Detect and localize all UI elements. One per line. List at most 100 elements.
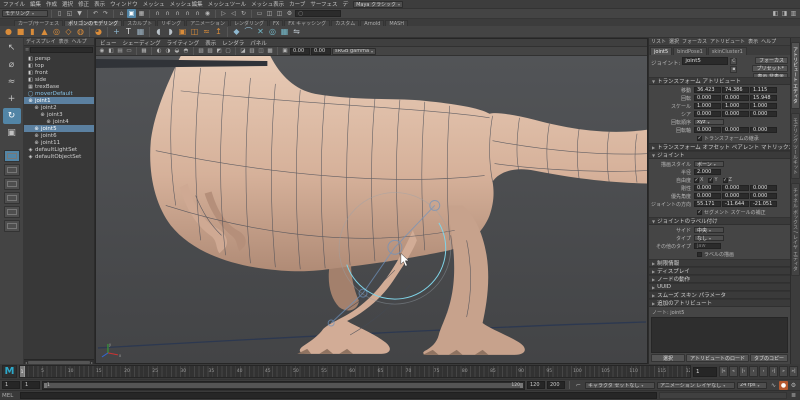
construction-history-icon[interactable]: ↻ xyxy=(239,9,248,18)
attribute-value-field[interactable]: 0.000 xyxy=(722,95,749,101)
attribute-editor-button[interactable]: タブのコピー xyxy=(750,354,788,362)
attribute-value-field[interactable]: 0.000 xyxy=(694,185,721,191)
outliner-item[interactable]: ⊕joint6 xyxy=(24,132,94,139)
layout-persp-graph[interactable] xyxy=(4,206,20,218)
outliner-item[interactable]: ◈defaultObjectSet xyxy=(24,153,94,160)
attribute-value-field[interactable]: 0.000 xyxy=(694,127,721,133)
set-key-icon[interactable]: ⌐ xyxy=(574,381,583,390)
playback-end-field[interactable]: 120 xyxy=(527,381,545,389)
menu-item[interactable]: カーブ xyxy=(289,0,305,8)
outliner-item[interactable]: ⊕joint11 xyxy=(24,139,94,146)
attribute-value-field[interactable]: 0.000 xyxy=(722,127,749,133)
outliner-item[interactable]: ⊕joint3 xyxy=(24,111,94,118)
sidebar-tool-settings-icon[interactable]: ◨ xyxy=(780,9,789,18)
snap-to-view-plane-icon[interactable]: ∩ xyxy=(193,9,202,18)
paint-select-tool-icon[interactable]: ≈ xyxy=(3,74,21,90)
outliner-item[interactable]: ◧front xyxy=(24,69,94,76)
film-gate-icon[interactable]: ▩ xyxy=(266,47,274,55)
sidebar-tab[interactable]: チャネル ボックス / レイヤ エディタ xyxy=(791,183,800,276)
sidebar-tab[interactable]: モデリング ツールキット xyxy=(791,113,800,180)
menu-item[interactable]: サーフェス xyxy=(310,0,337,8)
mirror-icon[interactable]: ⇋ xyxy=(291,26,302,37)
attribute-select[interactable]: ボーン▾ xyxy=(694,161,724,167)
snap-to-grid-icon[interactable]: ∩ xyxy=(153,9,162,18)
attribute-value-field[interactable]: 36.423 xyxy=(694,87,721,93)
step-forward-frame-button[interactable]: » xyxy=(779,366,788,377)
menu-item[interactable]: メッシュ編集 xyxy=(170,0,203,8)
pin-icon[interactable]: ▪ xyxy=(730,66,737,73)
script-editor-icon[interactable]: ≣ xyxy=(789,392,798,400)
viewport-menu-item[interactable]: ライティング xyxy=(167,39,200,47)
attribute-value-field[interactable]: 0.000 xyxy=(750,185,777,191)
go-to-end-button[interactable]: »| xyxy=(789,366,798,377)
input-connections-icon[interactable]: ▷ xyxy=(219,9,228,18)
poly-cone-icon[interactable]: ▲ xyxy=(39,26,50,37)
sidebar-tab[interactable]: アトリビュート エディタ xyxy=(791,42,800,109)
snap-to-point-icon[interactable]: ∩ xyxy=(173,9,182,18)
viewport-menu-item[interactable]: レンダラ xyxy=(222,39,244,47)
copy-tab-icon[interactable]: C xyxy=(730,58,737,65)
attribute-editor-menu-item[interactable]: 選択 xyxy=(669,38,679,45)
attribute-editor-menu-item[interactable]: アトリビュート xyxy=(710,38,745,45)
layout-uv-persp[interactable] xyxy=(4,220,20,232)
anim-layer-select[interactable]: アニメーション レイヤなし▾ xyxy=(657,382,735,389)
wireframe-icon[interactable]: ▧ xyxy=(197,47,205,55)
poly-disc-icon[interactable]: ◍ xyxy=(75,26,86,37)
checkbox[interactable]: ✓ xyxy=(697,210,702,215)
smooth-icon[interactable]: ≈ xyxy=(201,26,212,37)
attribute-value-field[interactable]: 1.000 xyxy=(750,103,777,109)
attribute-value-field[interactable]: 0.000 xyxy=(750,127,777,133)
viewport-menu-item[interactable]: シェーディング xyxy=(123,39,161,47)
boolean-difference-icon[interactable]: ◗ xyxy=(165,26,176,37)
sidebar-attribute-editor-icon[interactable]: ◧ xyxy=(771,9,780,18)
layout-single-pane[interactable] xyxy=(4,150,20,162)
attribute-editor-button[interactable]: 選択 xyxy=(651,354,685,362)
redo-icon[interactable]: ↷ xyxy=(101,9,110,18)
new-scene-icon[interactable]: ▯ xyxy=(55,9,64,18)
outliner-item[interactable]: ▦trexBase xyxy=(24,83,94,90)
bookmarks-icon[interactable]: ▭ xyxy=(125,47,133,55)
menu-item[interactable]: メッシュツール xyxy=(208,0,247,8)
outliner-item[interactable]: ◧top xyxy=(24,62,94,69)
field-chart-icon[interactable]: ▥ xyxy=(248,47,256,55)
menu-item[interactable]: 作成 xyxy=(46,0,57,8)
resolution-gate-icon[interactable]: ◫ xyxy=(257,47,265,55)
attribute-editor-menu-item[interactable]: フォーカス xyxy=(682,38,707,45)
outliner-item[interactable]: ◈defaultLightSet xyxy=(24,146,94,153)
outliner-item[interactable]: ⊕joint1 xyxy=(24,97,94,104)
outliner-item[interactable]: ⊕joint4 xyxy=(24,118,94,125)
attribute-section-header[interactable]: ▼ジョイント xyxy=(649,151,790,159)
attribute-editor-menu-item[interactable]: リスト xyxy=(651,38,666,45)
make-live-icon[interactable]: ◉ xyxy=(203,9,212,18)
menu-item[interactable]: 表示 xyxy=(94,0,105,8)
attribute-editor-button[interactable]: アトリビュートのロード xyxy=(686,354,749,362)
viewport-canvas[interactable]: xy xyxy=(96,56,647,363)
target-weld-icon[interactable]: ◎ xyxy=(267,26,278,37)
preferences-icon[interactable]: ⚙ xyxy=(789,381,798,390)
character-set-select[interactable]: キャラクタ セットなし▾ xyxy=(585,382,655,389)
focus-button[interactable]: フォーカス xyxy=(755,57,788,64)
command-line-input[interactable] xyxy=(20,392,657,399)
scale-tool-icon[interactable]: ▣ xyxy=(3,125,21,141)
range-handle-left[interactable] xyxy=(44,383,47,388)
bridge-icon[interactable]: ⌒ xyxy=(243,26,254,37)
current-frame-field[interactable]: 1 xyxy=(693,367,717,377)
attribute-value-field[interactable]: 2.000 xyxy=(694,169,721,175)
attribute-value-field[interactable]: 55.171 xyxy=(694,201,721,207)
menu-item[interactable]: デフォーム xyxy=(343,0,350,8)
poly-plane-icon[interactable]: ◇ xyxy=(63,26,74,37)
separate-icon[interactable]: ◫ xyxy=(189,26,200,37)
extrude-icon[interactable]: ↥ xyxy=(213,26,224,37)
attribute-section-header[interactable]: ▶スムーズ スキン パラメータ xyxy=(649,291,790,299)
type-tool-icon[interactable]: T xyxy=(123,26,134,37)
snap-to-projected-center-icon[interactable]: ∩ xyxy=(183,9,192,18)
menu-item[interactable]: メッシュ xyxy=(143,0,165,8)
step-back-frame-button[interactable]: « xyxy=(729,366,738,377)
xray-icon[interactable]: ▣ xyxy=(281,47,289,55)
camera-attributes-icon[interactable]: ▤ xyxy=(116,47,124,55)
attribute-value-field[interactable]: 0.000 xyxy=(722,111,749,117)
checkbox[interactable]: ✓ xyxy=(694,178,699,183)
playback-start-field[interactable]: 1 xyxy=(22,381,40,389)
poly-cube-icon[interactable]: ■ xyxy=(15,26,26,37)
lock-camera-icon[interactable]: ◧ xyxy=(107,47,115,55)
